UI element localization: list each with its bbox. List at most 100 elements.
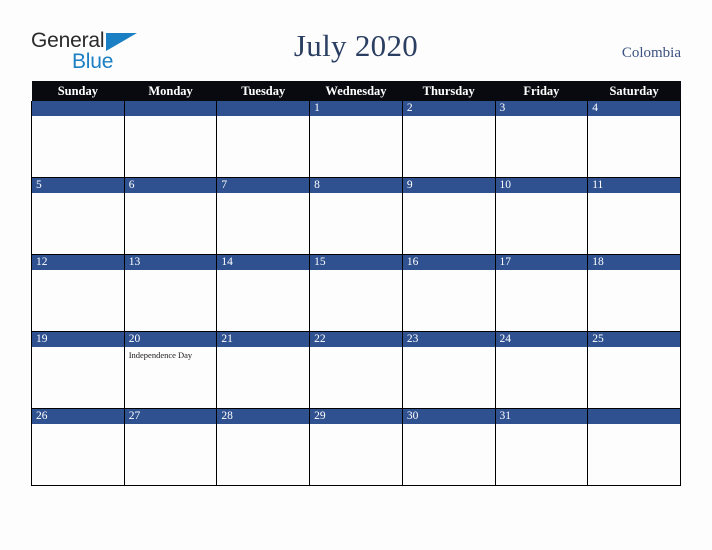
day-number: 7 [217, 178, 310, 193]
calendar-day-cell[interactable]: 22 [309, 331, 403, 409]
calendar-day-cell[interactable]: 8 [309, 177, 403, 255]
day-cell-inner: 25 [588, 332, 680, 408]
page-title: July 2020 [293, 28, 419, 63]
calendar-week-row: 26 27 28 29 30 31 [31, 408, 681, 486]
calendar-day-cell[interactable] [31, 101, 125, 178]
day-number: 3 [495, 101, 588, 116]
day-number: 18 [588, 255, 680, 270]
day-cell-inner [588, 409, 680, 485]
calendar-day-cell[interactable]: 1 [309, 101, 403, 178]
day-cell-inner: 4 [588, 101, 680, 177]
calendar-day-cell[interactable]: 25 [587, 331, 681, 409]
calendar-day-cell[interactable]: 14 [216, 254, 311, 332]
calendar-day-cell[interactable]: 4 [587, 101, 681, 178]
calendar-day-cell[interactable]: 12 [31, 254, 125, 332]
calendar-day-cell[interactable]: 2 [401, 101, 496, 178]
day-cell-inner: 12 [32, 255, 124, 331]
day-number: 16 [402, 255, 495, 270]
day-cell-inner: 9 [402, 178, 495, 254]
calendar-day-cell[interactable]: 6 [123, 177, 218, 255]
day-number: 20 [124, 332, 217, 347]
day-number: 1 [310, 101, 402, 116]
calendar-day-cell[interactable]: 27 [123, 408, 218, 486]
calendar-day-cell[interactable]: 5 [31, 177, 125, 255]
calendar-day-cell[interactable]: 29 [309, 408, 403, 486]
day-number: 10 [495, 178, 588, 193]
calendar-day-cell[interactable]: 15 [309, 254, 403, 332]
calendar-day-cell[interactable]: 26 [31, 408, 125, 486]
day-number: 25 [588, 332, 680, 347]
calendar-week-row: 1234 [31, 101, 681, 178]
calendar-day-cell[interactable]: 28 [216, 408, 311, 486]
day-cell-inner: 23 [402, 332, 495, 408]
calendar-day-cell[interactable]: 16 [401, 254, 496, 332]
day-cell-inner: 20 Independence Day [124, 332, 217, 408]
day-cell-inner [217, 101, 310, 177]
day-number [217, 101, 310, 116]
day-number: 5 [32, 178, 124, 193]
calendar-day-cell[interactable]: 18 [587, 254, 681, 332]
day-cell-inner: 3 [495, 101, 588, 177]
weekday-header-monday: Monday [124, 81, 217, 101]
day-cell-inner: 19 [32, 332, 124, 408]
day-number [124, 101, 217, 116]
calendar-day-cell[interactable]: 23 [401, 331, 496, 409]
day-cell-inner: 26 [32, 409, 124, 485]
day-number: 2 [402, 101, 495, 116]
day-number: 23 [402, 332, 495, 347]
day-number: 26 [32, 409, 124, 424]
day-number: 14 [217, 255, 310, 270]
day-cell-inner [32, 101, 124, 177]
calendar-day-cell[interactable] [587, 408, 681, 486]
day-cell-inner: 16 [402, 255, 495, 331]
day-cell-inner: 2 [402, 101, 495, 177]
day-cell-inner: 21 [217, 332, 310, 408]
calendar-day-cell[interactable]: 31 [494, 408, 589, 486]
page-header: General Blue July 2020 Colombia [0, 0, 712, 81]
day-cell-inner: 18 [588, 255, 680, 331]
weekday-header-wednesday: Wednesday [309, 81, 403, 101]
day-cell-inner: 30 [402, 409, 495, 485]
calendar-day-cell[interactable]: 3 [494, 101, 589, 178]
calendar-day-cell[interactable]: 10 [494, 177, 589, 255]
day-cell-inner: 8 [310, 178, 402, 254]
calendar-day-cell[interactable]: 24 [494, 331, 589, 409]
day-cell-inner: 5 [32, 178, 124, 254]
day-cell-inner [124, 101, 217, 177]
calendar-day-cell[interactable]: 21 [216, 331, 311, 409]
day-number: 29 [310, 409, 402, 424]
calendar-day-cell[interactable]: 20 Independence Day [123, 331, 218, 409]
day-cell-inner: 17 [495, 255, 588, 331]
day-cell-inner: 11 [588, 178, 680, 254]
day-number: 28 [217, 409, 310, 424]
calendar-day-cell[interactable]: 9 [401, 177, 496, 255]
day-cell-inner: 22 [310, 332, 402, 408]
day-cell-inner: 27 [124, 409, 217, 485]
calendar-week-row: 19 20 Independence Day 21 22 23 24 25 [31, 331, 681, 409]
day-cell-inner: 24 [495, 332, 588, 408]
calendar-day-cell[interactable]: 13 [123, 254, 218, 332]
day-number: 27 [124, 409, 217, 424]
calendar-day-cell[interactable]: 30 [401, 408, 496, 486]
calendar-day-cell[interactable] [216, 101, 311, 178]
day-cell-inner: 13 [124, 255, 217, 331]
calendar-day-cell[interactable]: 11 [587, 177, 681, 255]
day-cell-inner: 28 [217, 409, 310, 485]
calendar-day-cell[interactable] [123, 101, 218, 178]
day-cell-inner: 6 [124, 178, 217, 254]
day-cell-inner: 7 [217, 178, 310, 254]
calendar-week-row: 12 13 14 15 16 17 18 [31, 254, 681, 332]
calendar-body: 1 2 3 4 5 6 7 8 9 10 11 12 13 14 15 16 17 18 19 20 Independe… [31, 101, 681, 486]
calendar-day-cell[interactable]: 17 [494, 254, 589, 332]
calendar-week-row: 5 6 7 8 9 10 11 [31, 177, 681, 255]
weekday-header-thursday: Thursday [402, 81, 496, 101]
calendar-day-cell[interactable]: 19 [31, 331, 125, 409]
day-number: 4 [588, 101, 680, 116]
calendar-day-cell[interactable]: 7 [216, 177, 311, 255]
day-number: 6 [124, 178, 217, 193]
day-number: 17 [495, 255, 588, 270]
day-number: 22 [310, 332, 402, 347]
weekday-header-tuesday: Tuesday [216, 81, 310, 101]
day-number: 15 [310, 255, 402, 270]
day-number: 24 [495, 332, 588, 347]
